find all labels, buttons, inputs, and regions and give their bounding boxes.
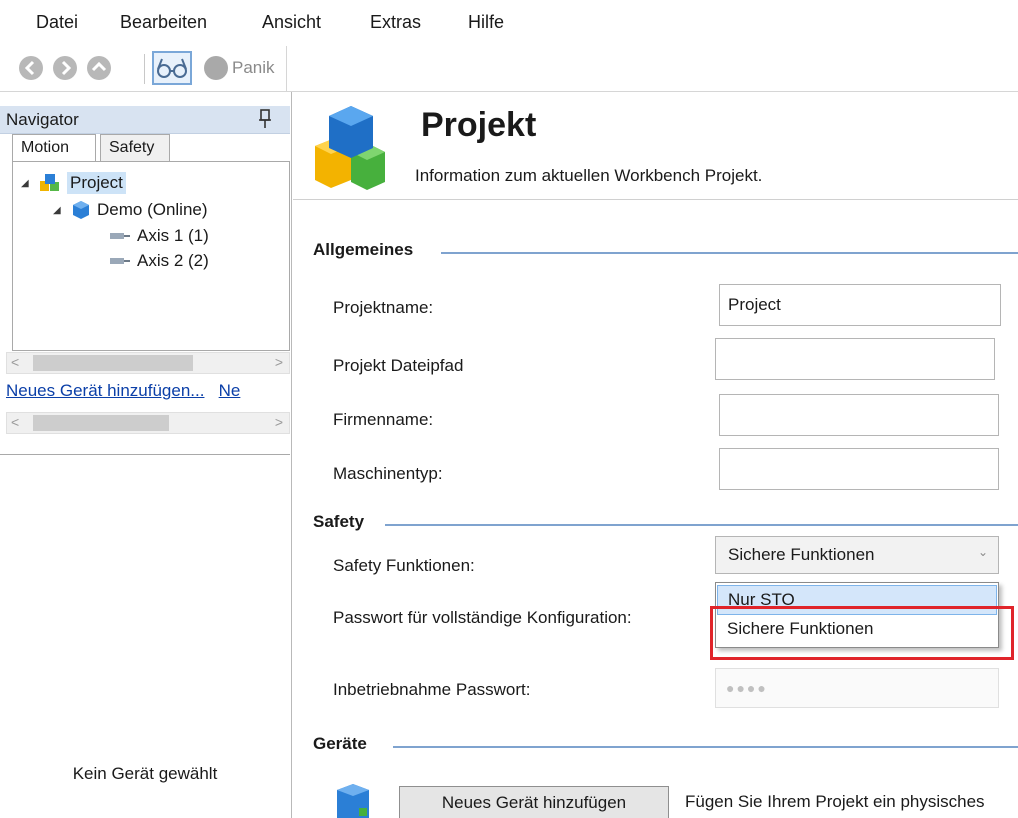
- scroll-left-icon[interactable]: <: [11, 414, 19, 430]
- links-horizontal-scrollbar[interactable]: < >: [6, 412, 290, 434]
- commissioning-password-label: Inbetriebnahme Passwort:: [333, 680, 531, 699]
- project-icon: [315, 106, 385, 190]
- commissioning-password-field[interactable]: ●●●●: [715, 668, 999, 708]
- machine-type-label: Maschinentyp:: [333, 464, 443, 483]
- up-icon[interactable]: [86, 55, 112, 81]
- navigator-divider: [0, 454, 290, 456]
- tree-item-project[interactable]: ◢ Project: [21, 172, 126, 194]
- glasses-icon: [157, 58, 187, 78]
- glasses-button[interactable]: [152, 51, 192, 85]
- navigator-header: Navigator: [0, 106, 290, 134]
- tree-item-device[interactable]: ◢ Demo (Online): [53, 200, 208, 220]
- toolbar: Panik: [0, 46, 1018, 92]
- project-icon: [40, 174, 59, 191]
- tab-motion[interactable]: Motion: [12, 134, 96, 163]
- project-page: Projekt Information zum aktuellen Workbe…: [293, 92, 1018, 818]
- page-title: Projekt: [421, 106, 537, 144]
- new-device-icon: [337, 784, 369, 818]
- page-header: Projekt Information zum aktuellen Workbe…: [293, 92, 1018, 200]
- pin-icon[interactable]: [258, 109, 272, 129]
- safety-functions-label: Safety Funktionen:: [333, 556, 475, 575]
- menu-bar: Datei Bearbeiten Ansicht Extras Hilfe: [0, 0, 1018, 46]
- expand-arrow-icon[interactable]: ◢: [21, 178, 33, 189]
- section-divider: [393, 746, 1018, 748]
- navigator-panel: Navigator Motion Safety ◢ Project ◢ Demo…: [0, 92, 292, 818]
- menu-ansicht[interactable]: Ansicht: [262, 12, 321, 33]
- scroll-right-icon[interactable]: >: [275, 414, 283, 430]
- add-device-link[interactable]: Neues Gerät hinzufügen...: [6, 381, 204, 400]
- expand-arrow-icon[interactable]: ◢: [53, 205, 65, 216]
- page-subtitle: Information zum aktuellen Workbench Proj…: [415, 166, 763, 185]
- panic-icon: [204, 56, 228, 80]
- tree-horizontal-scrollbar[interactable]: < >: [6, 352, 290, 374]
- tree-item-axis-2[interactable]: Axis 2 (2): [109, 251, 209, 271]
- toolbar-end-separator: [286, 46, 287, 92]
- toolbar-separator: [144, 54, 145, 84]
- menu-bearbeiten[interactable]: Bearbeiten: [120, 12, 207, 33]
- project-tree: ◢ Project ◢ Demo (Online) Axis 1 (1) Axi…: [12, 161, 290, 351]
- axis-icon: [110, 233, 130, 239]
- second-link[interactable]: Ne: [219, 381, 241, 400]
- add-device-button[interactable]: Neues Gerät hinzufügen: [399, 786, 669, 818]
- panic-label: Panik: [232, 58, 275, 77]
- company-name-label: Firmenname:: [333, 410, 434, 429]
- scroll-thumb[interactable]: [33, 355, 193, 371]
- tree-label-device: Demo (Online): [97, 200, 208, 219]
- machine-type-field[interactable]: [719, 448, 999, 490]
- menu-hilfe[interactable]: Hilfe: [468, 12, 504, 33]
- tree-item-axis-1[interactable]: Axis 1 (1): [109, 226, 209, 246]
- safety-functions-value: Sichere Funktionen: [728, 545, 875, 564]
- menu-extras[interactable]: Extras: [370, 12, 421, 33]
- tree-label-axis-2: Axis 2 (2): [137, 251, 209, 270]
- panic-button[interactable]: Panik: [204, 52, 275, 84]
- scroll-thumb[interactable]: [33, 415, 169, 431]
- section-general-heading: Allgemeines: [313, 240, 414, 259]
- safety-functions-select[interactable]: Sichere Funktionen ⌄: [715, 536, 999, 574]
- add-device-hint: Fügen Sie Ihrem Projekt ein physisches: [685, 792, 985, 811]
- project-path-label: Projekt Dateipfad: [333, 356, 464, 375]
- navigator-title: Navigator: [6, 110, 79, 129]
- full-config-password-label: Passwort für vollständige Konfiguration:: [333, 608, 632, 627]
- project-name-label: Projektname:: [333, 298, 434, 317]
- no-device-text: Kein Gerät gewählt: [72, 764, 218, 783]
- scroll-right-icon[interactable]: >: [275, 354, 283, 370]
- section-safety-heading: Safety: [313, 512, 365, 531]
- section-devices-heading: Geräte: [313, 734, 367, 753]
- chevron-down-icon[interactable]: ⌄: [978, 545, 988, 559]
- tree-label-axis-1: Axis 1 (1): [137, 226, 209, 245]
- project-name-field[interactable]: Project: [719, 284, 1001, 326]
- axis-icon: [110, 258, 130, 264]
- highlight-annotation-box: [710, 606, 1014, 660]
- tab-safety[interactable]: Safety: [100, 134, 170, 162]
- company-name-field[interactable]: [719, 394, 999, 436]
- forward-icon[interactable]: [52, 55, 78, 81]
- menu-datei[interactable]: Datei: [36, 12, 78, 33]
- scroll-left-icon[interactable]: <: [11, 354, 19, 370]
- back-icon[interactable]: [18, 55, 44, 81]
- device-cube-icon: [73, 201, 89, 219]
- section-divider: [385, 524, 1018, 526]
- tree-label-project: Project: [67, 172, 126, 194]
- navigator-links: Neues Gerät hinzufügen... Ne: [6, 381, 290, 401]
- section-divider: [441, 252, 1018, 254]
- project-path-field[interactable]: [715, 338, 995, 380]
